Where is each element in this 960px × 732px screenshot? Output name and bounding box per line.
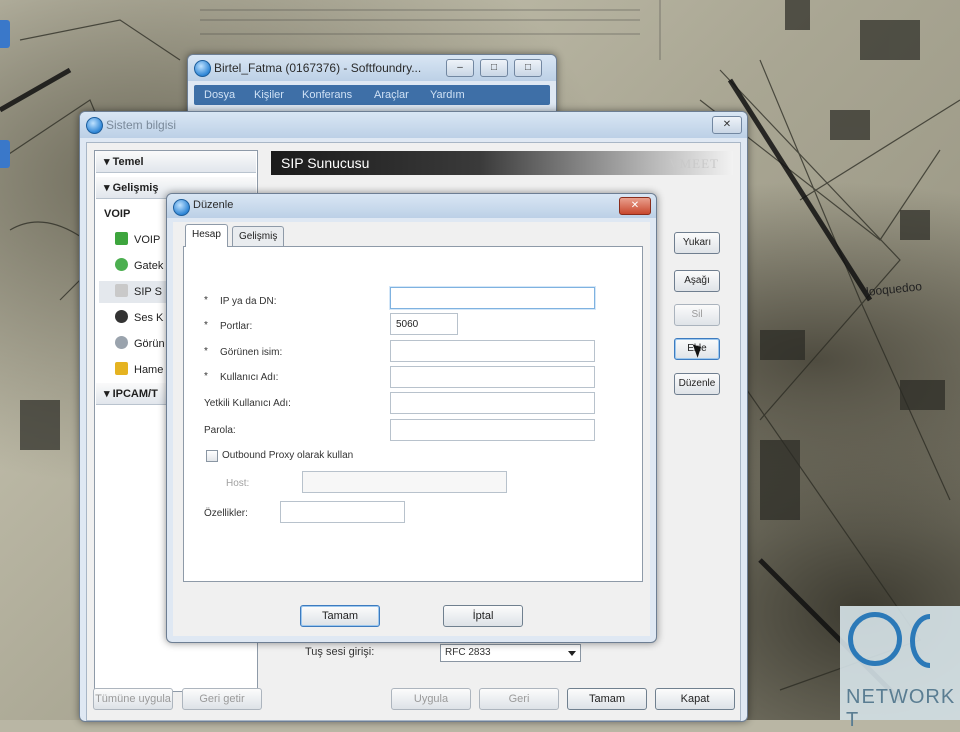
taskbar-icon[interactable] <box>0 20 10 48</box>
delete-button[interactable]: Sil <box>674 304 720 326</box>
gear-icon <box>115 336 128 349</box>
password-label: Parola: <box>204 425 236 436</box>
vmeet-logo: VMEET <box>669 156 719 171</box>
chevron-down-icon: ▾ <box>104 156 113 168</box>
password-input[interactable] <box>390 419 595 441</box>
username-label: Kullanıcı Adı: <box>220 372 279 383</box>
system-info-titlebar[interactable]: Sistem bilgisi ✕ <box>80 112 747 138</box>
username-input[interactable] <box>390 366 595 388</box>
chevron-down-icon <box>568 651 576 656</box>
host-input[interactable] <box>302 471 507 493</box>
move-down-button[interactable]: Aşağı <box>674 270 720 292</box>
menu-yardim[interactable]: Yardım <box>430 89 465 101</box>
close-icon[interactable]: ✕ <box>712 116 742 134</box>
chevron-down-icon: ▾ <box>104 182 113 194</box>
nav-section-temel[interactable]: ▾ Temel <box>96 151 256 173</box>
tab-hesap[interactable]: Hesap <box>185 224 228 247</box>
auth-username-label: Yetkili Kullanıcı Adı: <box>204 398 291 409</box>
nav-item-gatekeeper[interactable]: Gatek <box>115 255 163 277</box>
brand-text: NETWORK T <box>846 686 956 731</box>
nav-item-welcome[interactable]: Hame <box>115 359 163 381</box>
ok-button[interactable]: Tamam <box>567 688 647 710</box>
apply-all-button[interactable]: Tümüne uygula <box>93 688 173 710</box>
close-button[interactable]: Kapat <box>655 688 735 710</box>
dtmf-label: Tuş sesi girişi: <box>305 646 375 658</box>
welcome-icon <box>115 362 128 375</box>
required-mark: * <box>204 371 208 382</box>
edit-dialog-body: Hesap Gelişmiş * IP ya da DN: * Portlar:… <box>173 222 650 636</box>
host-label: Host: <box>226 478 250 489</box>
ports-input[interactable] <box>390 313 458 335</box>
edit-dialog-title: Düzenle <box>193 199 234 211</box>
system-info-title: Sistem bilgisi <box>106 118 177 132</box>
chevron-down-icon: ▾ <box>104 388 113 400</box>
app-logo-icon <box>194 60 211 77</box>
dialog-ok-button[interactable]: Tamam <box>300 605 380 627</box>
outbound-proxy-label: Outbound Proxy olarak kullan <box>222 450 354 461</box>
dialog-cancel-button[interactable]: İptal <box>443 605 523 627</box>
edit-dialog-titlebar[interactable]: Düzenle ✕ <box>167 194 656 218</box>
apply-button[interactable]: Uygula <box>391 688 471 710</box>
menu-konferans[interactable]: Konferans <box>302 89 352 101</box>
main-menubar: Dosya Kişiler Konferans Araçlar Yardım <box>194 85 550 105</box>
ip-dn-input[interactable] <box>390 287 595 309</box>
main-app-titlebar[interactable]: Birtel_Fatma (0167376) - Softfoundry... … <box>188 55 556 81</box>
tab-gelismis[interactable]: Gelişmiş <box>232 226 285 246</box>
display-name-input[interactable] <box>390 340 595 362</box>
back-button[interactable]: Geri <box>479 688 559 710</box>
ip-dn-label: IP ya da DN: <box>220 296 277 307</box>
gatekeeper-icon <box>115 258 128 271</box>
minimize-button[interactable]: ‒ <box>446 59 474 77</box>
auth-username-input[interactable] <box>390 392 595 414</box>
ports-label: Portlar: <box>220 321 253 332</box>
nav-item-voip[interactable]: VOIP <box>115 229 160 251</box>
move-up-button[interactable]: Yukarı <box>674 232 720 254</box>
menu-dosya[interactable]: Dosya <box>204 89 235 101</box>
required-mark: * <box>204 295 208 306</box>
dtmf-select-value: RFC 2833 <box>445 647 491 658</box>
dtmf-select[interactable]: RFC 2833 <box>440 644 581 662</box>
speaker-icon <box>115 310 128 323</box>
voip-icon <box>115 232 128 245</box>
close-icon[interactable]: ✕ <box>619 197 651 215</box>
brand-logo-icon <box>848 612 902 666</box>
main-app-title: Birtel_Fatma (0167376) - Softfoundry... <box>214 61 422 75</box>
section-title: SIP Sunucusu <box>281 155 370 171</box>
account-tab-panel: * IP ya da DN: * Portlar: * Görünen isim… <box>183 246 643 582</box>
properties-input[interactable] <box>280 501 405 523</box>
required-mark: * <box>204 346 208 357</box>
app-logo-icon <box>86 117 103 134</box>
edit-dialog[interactable]: Düzenle ✕ Hesap Gelişmiş * IP ya da DN: … <box>166 193 657 643</box>
menu-araclar[interactable]: Araçlar <box>374 89 409 101</box>
nav-item-appearance[interactable]: Görün <box>115 333 165 355</box>
properties-label: Özellikler: <box>204 508 248 519</box>
taskbar-icon[interactable] <box>0 140 10 168</box>
restore-button[interactable]: Geri getir <box>182 688 262 710</box>
main-app-window[interactable]: Birtel_Fatma (0167376) - Softfoundry... … <box>187 54 557 118</box>
brand-watermark: NETWORK T <box>840 606 960 731</box>
sip-server-header: SIP Sunucusu VMEET <box>271 151 733 175</box>
nav-item-audio[interactable]: Ses K <box>115 307 163 329</box>
outbound-proxy-checkbox[interactable] <box>206 450 218 462</box>
menu-kisiler[interactable]: Kişiler <box>254 89 284 101</box>
edit-button[interactable]: Düzenle <box>674 373 720 395</box>
sip-server-icon <box>115 284 128 297</box>
brand-logo-icon <box>910 614 930 668</box>
restore-button[interactable]: □ <box>514 59 542 77</box>
maximize-button[interactable]: □ <box>480 59 508 77</box>
app-logo-icon <box>173 199 190 216</box>
required-mark: * <box>204 320 208 331</box>
display-name-label: Görünen isim: <box>220 347 283 358</box>
